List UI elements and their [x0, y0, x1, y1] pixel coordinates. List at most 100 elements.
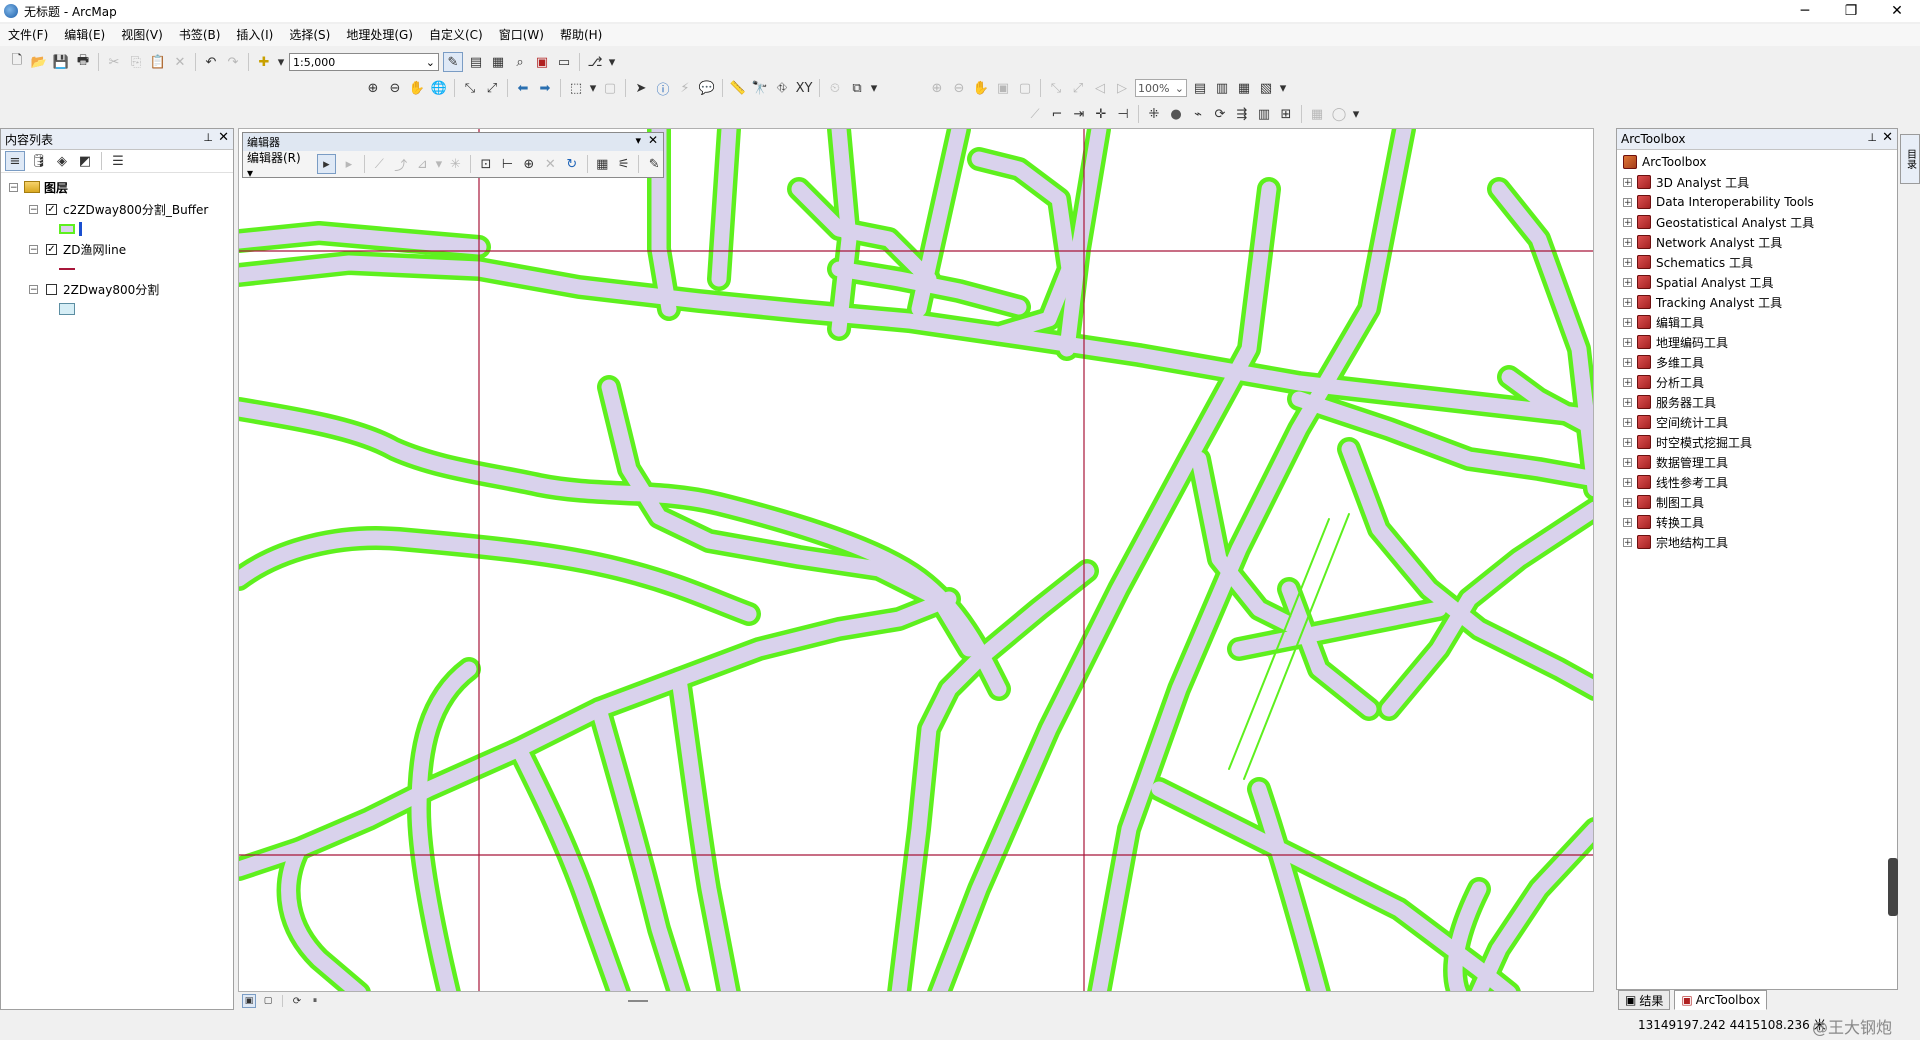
data-driven-pages-icon[interactable]: ▧: [1257, 79, 1275, 97]
model-builder-icon[interactable]: ⎇: [586, 53, 604, 71]
rectangle-icon[interactable]: ⊞: [1277, 105, 1295, 123]
expand-icon[interactable]: +: [1623, 377, 1632, 387]
restore-icon[interactable]: ❐: [1828, 0, 1874, 22]
paste-icon[interactable]: 📋: [149, 53, 167, 71]
pan-hand-icon[interactable]: ✋: [408, 79, 426, 97]
expand-icon[interactable]: +: [1623, 277, 1632, 287]
toolbox-item-conversion[interactable]: + 转换工具: [1617, 512, 1897, 532]
layout-zoom-combobox[interactable]: 100% ⌄: [1135, 79, 1187, 97]
list-by-visibility-icon[interactable]: ◈: [53, 152, 71, 170]
layout-zoom-in-icon[interactable]: ⊕: [928, 79, 946, 97]
pin-icon[interactable]: ⊥: [203, 131, 213, 144]
editor-menu-button[interactable]: 编辑器(R) ▾: [247, 149, 309, 180]
fixed-zoom-in-icon[interactable]: ⤡: [461, 79, 479, 97]
zoom-whole-page-icon[interactable]: ▣: [994, 79, 1012, 97]
map-scale-combobox[interactable]: 1:5,000 ⌄: [289, 53, 439, 71]
toolbox-item-space-time-pattern[interactable]: + 时空模式挖掘工具: [1617, 432, 1897, 452]
layout-view-icon[interactable]: ▢: [262, 995, 274, 1007]
editor-toolbar-icon[interactable]: ✎: [443, 52, 463, 72]
layer-item[interactable]: − ✓ c2ZDway800分割_Buffer: [1, 199, 233, 219]
copy-features-icon[interactable]: ⟋: [1026, 105, 1044, 123]
pin-icon[interactable]: ⊥: [1867, 131, 1877, 144]
expand-icon[interactable]: +: [1623, 517, 1632, 527]
attributes-icon[interactable]: ▦: [594, 155, 611, 173]
layout-forward-icon[interactable]: ▷: [1113, 79, 1131, 97]
go-to-xy-icon[interactable]: XY: [795, 79, 813, 97]
identify-icon[interactable]: ⓘ: [654, 79, 672, 98]
editor-toolbar[interactable]: 编辑器 ▾ ✕ 编辑器(R) ▾ ▸ ▸ ⟋ ⤴ ⊿ ▾ ✳ ⊡ ⊢ ⊕ ✕ ↻…: [242, 132, 664, 180]
expand-icon[interactable]: +: [1623, 197, 1632, 207]
cut-icon[interactable]: ✂: [105, 53, 123, 71]
toolbox-item-server[interactable]: + 服务器工具: [1617, 392, 1897, 412]
select-features-icon[interactable]: ⬚: [567, 79, 585, 97]
expand-icon[interactable]: +: [1623, 317, 1632, 327]
toolbox-item-multidimension[interactable]: + 多维工具: [1617, 352, 1897, 372]
delete-icon[interactable]: ✕: [171, 53, 189, 71]
layer-item[interactable]: − 2ZDway800分割: [1, 279, 233, 299]
map-display[interactable]: [238, 128, 1594, 992]
rotate-tool-icon[interactable]: ↻: [563, 155, 580, 173]
close-icon[interactable]: ✕: [1882, 130, 1893, 145]
zoom-out-icon[interactable]: ⊖: [386, 79, 404, 97]
collapse-icon[interactable]: −: [29, 244, 38, 254]
collapse-icon[interactable]: −: [9, 182, 18, 192]
zoom-in-icon[interactable]: ⊕: [364, 79, 382, 97]
toolbar-options-icon[interactable]: ▾: [608, 53, 616, 71]
change-layout-icon[interactable]: ▦: [1235, 79, 1253, 97]
expand-icon[interactable]: +: [1623, 397, 1632, 407]
layer-visibility-checkbox[interactable]: ✓: [46, 243, 57, 255]
open-folder-icon[interactable]: 📂: [30, 53, 48, 71]
toolbar-options-icon[interactable]: ▾: [1352, 105, 1360, 123]
buffer-symbol-swatch[interactable]: [59, 224, 75, 234]
toggle-draft-mode-icon[interactable]: ▤: [1191, 79, 1209, 97]
expand-icon[interactable]: +: [1623, 357, 1632, 367]
menu-edit[interactable]: 编辑(E): [56, 24, 113, 46]
polygon-symbol-swatch[interactable]: [59, 303, 75, 315]
align-to-shape-icon[interactable]: ⇶: [1233, 105, 1251, 123]
refresh-icon[interactable]: ⟳: [291, 995, 303, 1007]
layout-zoom-out-icon[interactable]: ⊖: [950, 79, 968, 97]
toolbox-item-data-management[interactable]: + 数据管理工具: [1617, 452, 1897, 472]
expand-icon[interactable]: +: [1623, 537, 1632, 547]
trim-icon[interactable]: ✛: [1092, 105, 1110, 123]
explode-icon[interactable]: ⁜: [1145, 105, 1163, 123]
toolbox-item-network-analyst[interactable]: + Network Analyst 工具: [1617, 232, 1897, 252]
expand-icon[interactable]: +: [1623, 437, 1632, 447]
edit-annotation-icon[interactable]: ▸: [340, 155, 357, 173]
chevron-down-icon[interactable]: ▾: [635, 134, 641, 147]
toolbar-options-icon[interactable]: ▾: [870, 79, 878, 97]
editor-toolbar-header[interactable]: 编辑器 ▾ ✕: [243, 133, 663, 151]
close-icon[interactable]: ✕: [1874, 0, 1920, 22]
layout-pan-icon[interactable]: ✋: [972, 79, 990, 97]
rotate-icon[interactable]: ⟳: [1211, 105, 1229, 123]
point-icon[interactable]: ✳: [447, 155, 464, 173]
expand-icon[interactable]: +: [1623, 177, 1632, 187]
toolbox-item-tracking-analyst[interactable]: + Tracking Analyst 工具: [1617, 292, 1897, 312]
menu-customize[interactable]: 自定义(C): [421, 24, 491, 46]
layers-root[interactable]: − 图层: [1, 177, 233, 197]
layout-back-icon[interactable]: ◁: [1091, 79, 1109, 97]
menu-windows[interactable]: 窗口(W): [491, 24, 552, 46]
expand-icon[interactable]: +: [1623, 217, 1632, 227]
menu-file[interactable]: 文件(F): [0, 24, 56, 46]
expand-icon[interactable]: +: [1623, 337, 1632, 347]
toolbox-item-spatial-statistics[interactable]: + 空间统计工具: [1617, 412, 1897, 432]
create-viewer-window-icon[interactable]: ⧉: [848, 79, 866, 97]
toolbox-item-schematics[interactable]: + Schematics 工具: [1617, 252, 1897, 272]
cut-polygons-icon[interactable]: ⊕: [520, 155, 537, 173]
expand-icon[interactable]: +: [1623, 497, 1632, 507]
fixed-zoom-out-layout-icon[interactable]: ⤢: [1069, 79, 1087, 97]
map-canvas[interactable]: [239, 129, 1594, 992]
new-document-icon[interactable]: 🗋: [8, 53, 26, 71]
grid-icon[interactable]: ▦: [1308, 105, 1326, 123]
close-icon[interactable]: ✕: [218, 130, 229, 145]
generalize-icon[interactable]: ●: [1167, 105, 1185, 123]
layer-visibility-checkbox[interactable]: ✓: [46, 203, 57, 215]
toolbar-options-icon[interactable]: ▾: [1279, 79, 1287, 97]
find-route-icon[interactable]: ⛗: [773, 79, 791, 97]
distribute-icon[interactable]: ▥: [1255, 105, 1273, 123]
expand-icon[interactable]: +: [1623, 417, 1632, 427]
minimize-icon[interactable]: ─: [1782, 0, 1828, 22]
reshape-feature-icon[interactable]: ⊢: [499, 155, 516, 173]
catalog-side-tab[interactable]: 目录: [1900, 134, 1920, 184]
